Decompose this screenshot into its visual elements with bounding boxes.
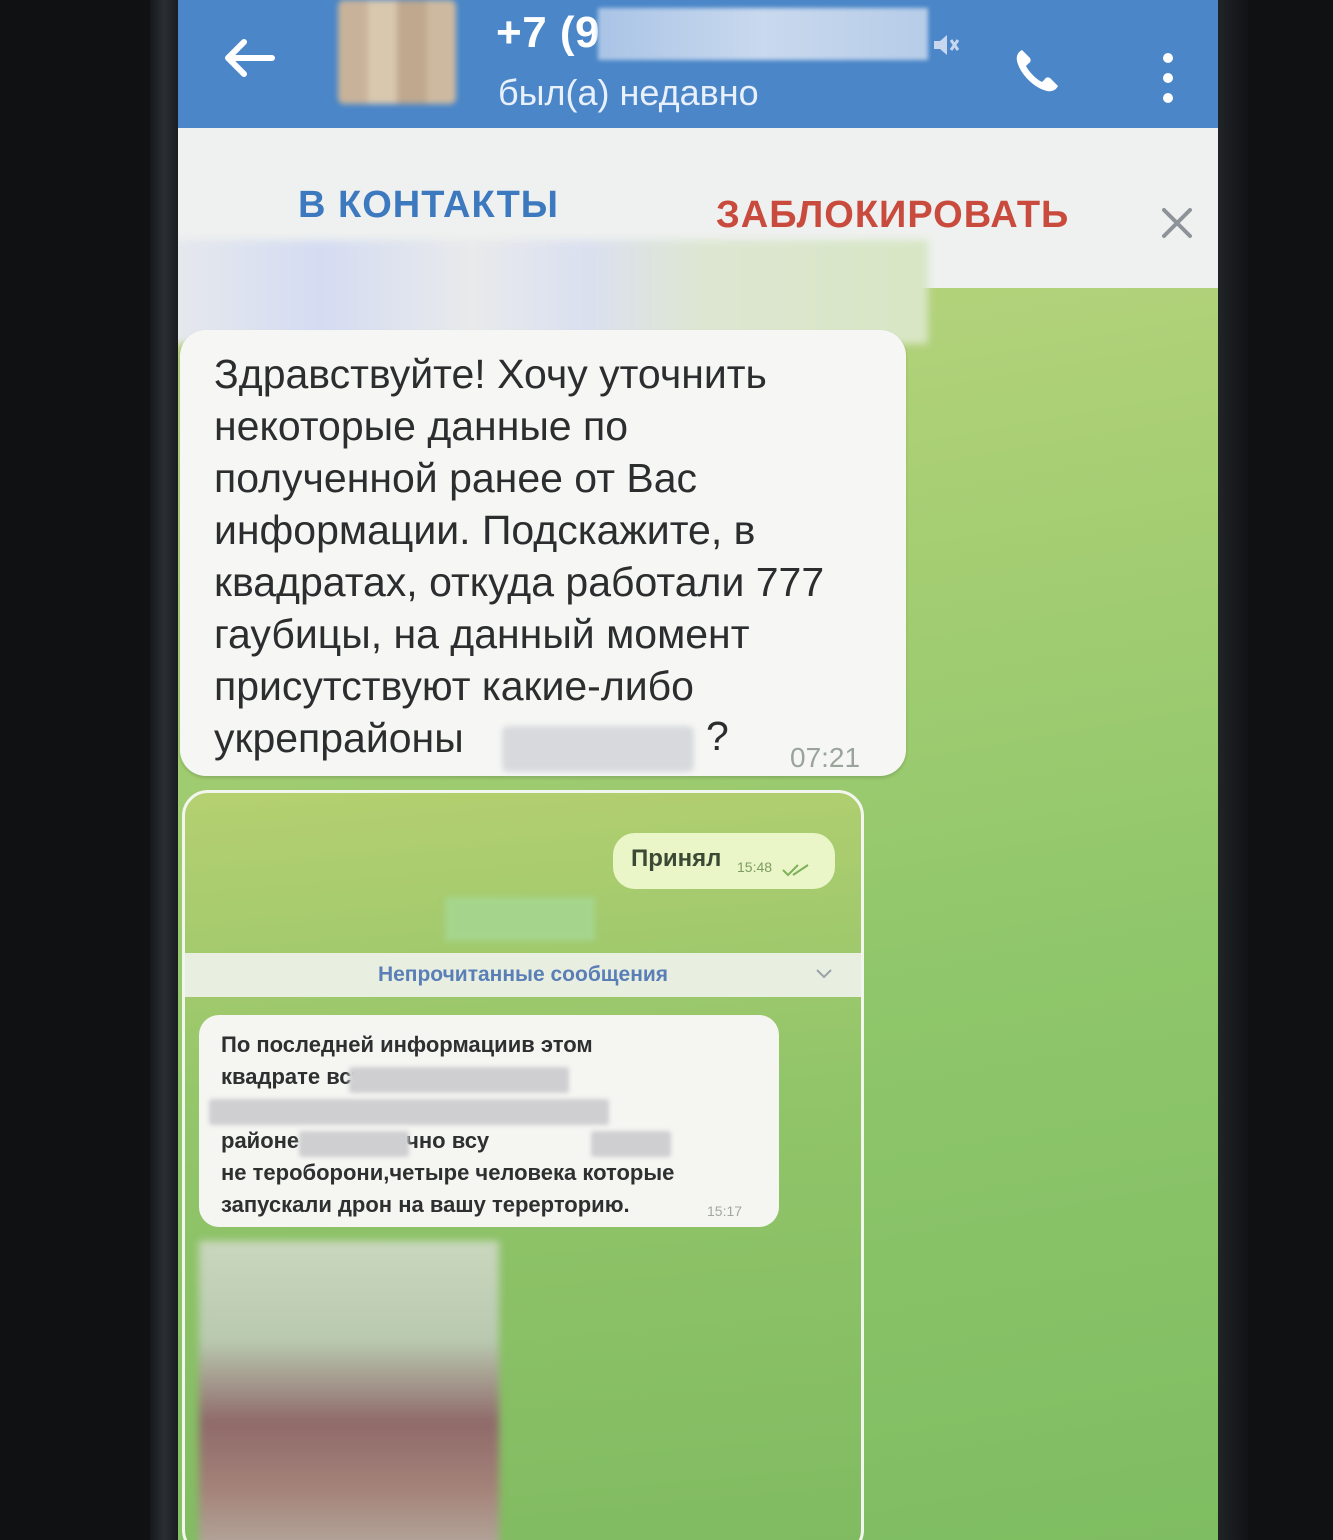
muted-icon [934,35,960,55]
chat-title[interactable]: +7 (9 [496,8,600,58]
redacted-image [199,1241,499,1540]
message-time: 07:21 [790,742,861,773]
embedded-screenshot: Принял 15:48 Непрочитанные сообщения По … [182,790,864,1540]
embedded-outgoing-text: Принял [631,845,722,872]
message-text-end: ? [706,713,729,759]
add-to-contacts-button[interactable]: В КОНТАКТЫ [298,184,559,227]
chat-status: был(а) недавно [498,72,759,113]
back-arrow-icon[interactable] [220,38,276,78]
phone-bezel-left [150,0,178,1540]
redacted-element [445,897,595,941]
phone-bezel-right [1218,0,1248,1540]
redacted-text [209,1099,609,1125]
close-icon[interactable] [1160,206,1194,240]
redacted-location [502,726,694,772]
message-text: Здравствуйте! Хочу уточнить некоторые да… [214,351,825,761]
redacted-phone-number [598,8,928,60]
embedded-incoming-text: По последней информациив этом квадрате в… [221,1032,675,1217]
embedded-outgoing-time: 15:48 [737,859,773,875]
phone-screen: +7 (9 был(а) недавно В КОНТАКТЫ ЗАБЛОКИР… [178,0,1218,1540]
avatar[interactable] [338,0,456,104]
double-check-icon [782,864,809,877]
redacted-banner [178,240,928,344]
unread-label: Непрочитанные сообщения [377,963,669,986]
embedded-outgoing-message: Принял 15:48 [613,833,835,889]
redacted-text [349,1067,569,1093]
embedded-incoming-message: По последней информациив этом квадрате в… [199,1015,779,1227]
chevron-down-icon [816,969,832,979]
unread-messages-divider: Непрочитанные сообщения [185,953,861,997]
redacted-text [299,1131,409,1157]
more-menu-icon[interactable] [1160,52,1176,104]
phone-call-icon[interactable] [1010,44,1064,98]
embedded-incoming-time: 15:17 [707,1203,743,1219]
chat-header: +7 (9 был(а) недавно [178,0,1218,128]
incoming-message[interactable]: Здравствуйте! Хочу уточнить некоторые да… [180,330,906,776]
block-button[interactable]: ЗАБЛОКИРОВАТЬ [716,194,1069,237]
redacted-text [591,1131,671,1157]
